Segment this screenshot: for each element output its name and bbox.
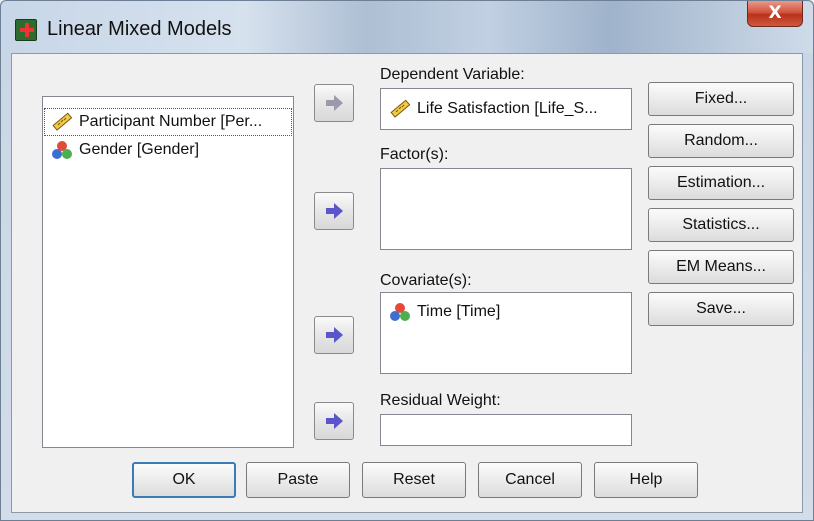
covariates-list[interactable]: Time [Time] (380, 292, 632, 374)
dependent-variable-value: Life Satisfaction [Life_S... (417, 100, 598, 117)
dialog-body: Participant Number [Per... Gender [Gende… (11, 53, 803, 513)
source-variable-list[interactable]: Participant Number [Per... Gender [Gende… (42, 96, 294, 448)
factors-label: Factor(s): (380, 146, 449, 163)
dependent-variable-field[interactable]: Life Satisfaction [Life_S... (380, 88, 632, 130)
residual-weight-field[interactable] (380, 414, 632, 446)
factors-list[interactable] (380, 168, 632, 250)
window-title: Linear Mixed Models (47, 18, 232, 40)
ruler-icon (390, 99, 411, 118)
variable-label: Gender [Gender] (79, 141, 200, 158)
em-means-button[interactable]: EM Means... (648, 250, 794, 284)
save-button[interactable]: Save... (648, 292, 794, 326)
nominal-icon (390, 303, 410, 321)
list-item[interactable]: Participant Number [Per... (44, 108, 292, 136)
estimation-button[interactable]: Estimation... (648, 166, 794, 200)
residual-weight-label: Residual Weight: (380, 392, 501, 409)
covariate-label: Time [Time] (417, 303, 501, 320)
spss-app-icon (15, 19, 37, 41)
cancel-button[interactable]: Cancel (478, 462, 582, 498)
dependent-variable-label: Dependent Variable: (380, 66, 525, 83)
random-button[interactable]: Random... (648, 124, 794, 158)
list-item[interactable]: Time [Time] (383, 299, 629, 325)
title-bar[interactable]: Linear Mixed Models X (1, 1, 813, 53)
close-button[interactable]: X (747, 1, 803, 27)
move-to-residual-weight-button[interactable] (314, 402, 354, 440)
covariates-label: Covariate(s): (380, 272, 472, 289)
move-to-dependent-button[interactable] (314, 84, 354, 122)
variable-label: Participant Number [Per... (79, 113, 263, 130)
ok-button[interactable]: OK (132, 462, 236, 498)
right-arrow-icon (326, 413, 343, 429)
paste-button[interactable]: Paste (246, 462, 350, 498)
move-to-covariates-button[interactable] (314, 316, 354, 354)
list-item[interactable]: Gender [Gender] (45, 137, 291, 163)
fixed-button[interactable]: Fixed... (648, 82, 794, 116)
nominal-icon (52, 141, 72, 159)
statistics-button[interactable]: Statistics... (648, 208, 794, 242)
right-arrow-icon (326, 327, 343, 343)
reset-button[interactable]: Reset (362, 462, 466, 498)
help-button[interactable]: Help (594, 462, 698, 498)
list-item[interactable]: Life Satisfaction [Life_S... (383, 96, 629, 122)
move-to-factors-button[interactable] (314, 192, 354, 230)
dialog-window: Linear Mixed Models X Participant Number… (0, 0, 814, 521)
right-arrow-icon (326, 95, 343, 111)
ruler-icon (52, 112, 73, 131)
right-arrow-icon (326, 203, 343, 219)
